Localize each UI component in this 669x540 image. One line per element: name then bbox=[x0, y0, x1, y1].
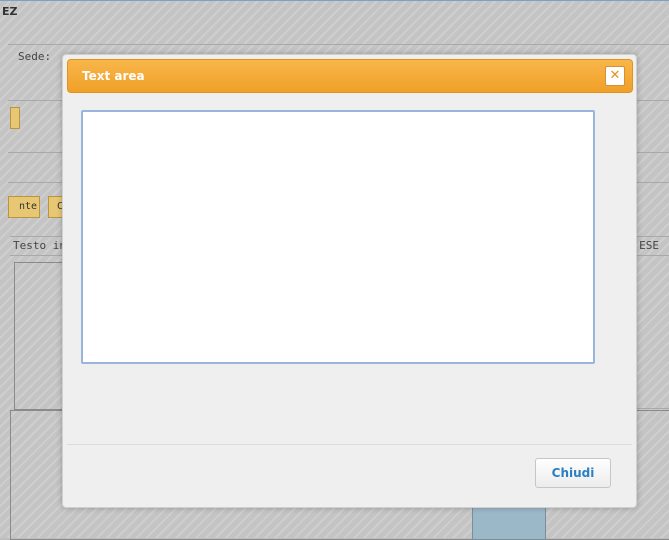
text-area-input[interactable] bbox=[81, 110, 595, 364]
column-header-right: ESE bbox=[639, 239, 659, 252]
top-border bbox=[0, 0, 669, 1]
dialog-footer-divider bbox=[67, 444, 632, 445]
divider bbox=[8, 44, 669, 45]
text-area-dialog: Text area ✕ Chiudi bbox=[62, 54, 637, 508]
page-title: EZ bbox=[2, 5, 18, 18]
dialog-titlebar[interactable]: Text area ✕ bbox=[67, 59, 633, 93]
sede-label: Sede: bbox=[18, 50, 52, 63]
background-button: nte bbox=[8, 196, 40, 218]
background-button bbox=[10, 107, 20, 129]
dialog-title: Text area bbox=[82, 69, 145, 83]
divider bbox=[634, 408, 669, 409]
column-header-left: Testo in bbox=[13, 239, 66, 252]
background-cell bbox=[14, 262, 66, 410]
chiudi-button[interactable]: Chiudi bbox=[535, 458, 611, 488]
close-icon[interactable]: ✕ bbox=[605, 66, 625, 86]
